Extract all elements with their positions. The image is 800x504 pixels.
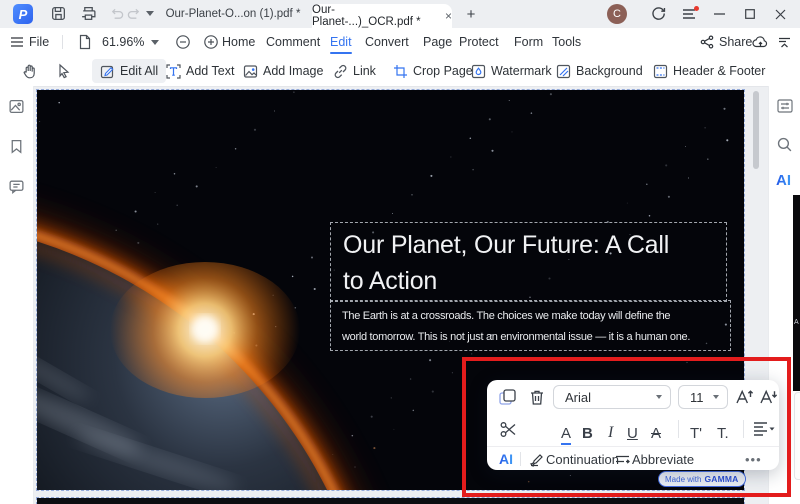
menu-tab-comment[interactable]: Comment <box>266 28 320 56</box>
redo-icon <box>127 6 142 21</box>
hand-tool-icon[interactable] <box>22 56 38 86</box>
slide-body-line: world tomorrow. This is not just an envi… <box>342 331 691 343</box>
background-window-panel <box>794 392 800 480</box>
save-icon[interactable] <box>50 5 67 22</box>
file-menu[interactable]: File <box>11 28 49 56</box>
header-footer-button[interactable]: Header & Footer <box>653 56 765 86</box>
menu-tab-protect[interactable]: Protect <box>459 28 499 56</box>
avatar[interactable]: C <box>607 4 627 24</box>
tab-label: Our-Planet-O...on (1).pdf * <box>165 8 301 20</box>
zoom-in-icon[interactable] <box>203 28 219 56</box>
edit-all-label: Edit All <box>120 64 159 78</box>
annotation-red-rectangle <box>462 357 791 497</box>
background-button[interactable]: Background <box>556 56 643 86</box>
file-menu-label: File <box>29 35 50 49</box>
link-label: Link <box>353 64 376 78</box>
select-tool-icon[interactable] <box>56 56 71 86</box>
divider <box>62 35 63 49</box>
minimize-button[interactable] <box>706 0 732 28</box>
search-icon[interactable] <box>776 136 793 153</box>
app-logo-icon[interactable]: P <box>13 4 33 24</box>
collapse-toolbar-icon[interactable] <box>778 28 791 56</box>
add-text-button[interactable]: Add Text <box>166 56 234 86</box>
slide-title-line: to Action <box>343 267 438 295</box>
share-label: Share <box>719 35 753 49</box>
cloud-icon[interactable] <box>752 28 769 56</box>
add-image-button[interactable]: Add Image <box>243 56 323 86</box>
left-sidebar <box>0 86 34 504</box>
ai-panel-button[interactable]: AI <box>776 172 791 189</box>
thumbnail-panel-icon[interactable] <box>8 98 25 115</box>
background-window-sliver: A <box>793 195 800 391</box>
edit-all-button[interactable]: Edit All <box>92 59 167 83</box>
watermark-button[interactable]: Watermark <box>471 56 552 86</box>
zoom-caret-icon[interactable] <box>151 29 159 57</box>
add-image-label: Add Image <box>263 64 324 78</box>
slide-body-line: The Earth is at a crossroads. The choice… <box>342 310 671 322</box>
menubar: File 61.96% Home Comment Edit Convert Pa… <box>0 28 800 57</box>
undo-icon <box>109 6 124 21</box>
menu-tab-form[interactable]: Form <box>514 28 543 56</box>
properties-panel-icon[interactable] <box>776 98 794 114</box>
maximize-button[interactable] <box>737 0 763 28</box>
background-label: Background <box>576 64 643 78</box>
menu-tab-tools[interactable]: Tools <box>552 28 581 56</box>
new-tab-button[interactable]: + <box>458 0 484 28</box>
tab-close-icon[interactable]: × <box>445 9 452 23</box>
document-tab-active[interactable]: Our-Planet-...)_OCR.pdf * × <box>312 4 452 28</box>
close-button[interactable] <box>767 0 793 28</box>
slide-body-textbox[interactable]: The Earth is at a crossroads. The choice… <box>330 300 731 351</box>
add-text-label: Add Text <box>186 64 235 78</box>
page-view-icon[interactable] <box>78 28 92 56</box>
titlebar: P Our-Planet-O...on (1).pdf * Our-Planet… <box>0 0 800 28</box>
menu-tab-convert[interactable]: Convert <box>365 28 409 56</box>
crop-page-label: Crop Page <box>413 64 473 78</box>
pdfelement-window: P Our-Planet-O...on (1).pdf * Our-Planet… <box>0 0 800 504</box>
chevron-down-icon[interactable] <box>146 11 154 17</box>
bookmark-panel-icon[interactable] <box>8 138 25 155</box>
menu-tab-home[interactable]: Home <box>222 28 255 56</box>
menu-tab-page[interactable]: Page <box>423 28 452 56</box>
document-tab[interactable]: Our-Planet-O...on (1).pdf * <box>158 0 308 28</box>
tab-label: Our-Planet-...)_OCR.pdf * <box>312 4 421 28</box>
notification-dot <box>694 6 699 11</box>
link-button[interactable]: Link <box>333 56 376 86</box>
crop-page-button[interactable]: Crop Page <box>393 56 473 86</box>
comment-panel-icon[interactable] <box>8 178 25 195</box>
next-page-edge <box>36 497 745 504</box>
menu-tab-edit[interactable]: Edit <box>330 28 352 56</box>
watermark-label: Watermark <box>491 64 552 78</box>
edit-toolbar: Edit All Add Text Add Image Link Crop Pa… <box>0 56 800 136</box>
sync-icon[interactable] <box>650 5 667 22</box>
share-button[interactable]: Share <box>700 28 752 56</box>
header-footer-label: Header & Footer <box>673 64 766 78</box>
slide-title-textbox[interactable]: Our Planet, Our Future: A Call to Action <box>330 222 727 302</box>
zoom-out-icon[interactable] <box>175 28 191 56</box>
slide-title-line: Our Planet, Our Future: A Call <box>343 231 670 259</box>
vertical-scrollbar[interactable] <box>753 91 759 169</box>
zoom-level[interactable]: 61.96% <box>102 28 144 56</box>
print-icon[interactable] <box>80 5 97 22</box>
